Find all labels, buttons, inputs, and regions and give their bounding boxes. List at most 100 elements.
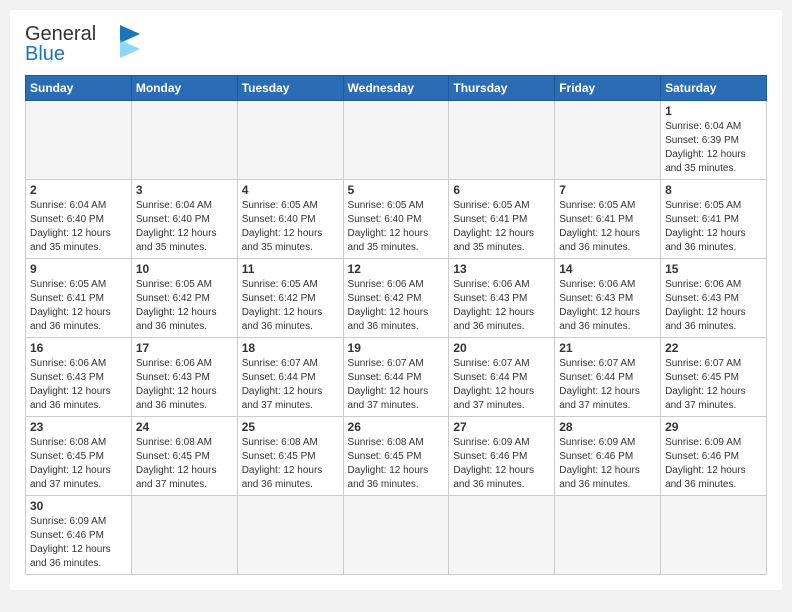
weekday-header-tuesday: Tuesday [237, 76, 343, 101]
day-info: Sunrise: 6:06 AMSunset: 6:43 PMDaylight:… [30, 357, 127, 413]
calendar-cell [131, 101, 237, 180]
day-number: 27 [453, 420, 550, 434]
day-number: 28 [559, 420, 656, 434]
day-number: 12 [348, 262, 445, 276]
calendar-cell [449, 101, 555, 180]
day-info: Sunrise: 6:07 AMSunset: 6:45 PMDaylight:… [665, 357, 762, 413]
calendar-cell [555, 101, 661, 180]
calendar-cell: 13Sunrise: 6:06 AMSunset: 6:43 PMDayligh… [449, 259, 555, 338]
svg-text:General: General [25, 23, 96, 45]
week-row-4: 16Sunrise: 6:06 AMSunset: 6:43 PMDayligh… [26, 338, 767, 417]
week-row-3: 9Sunrise: 6:05 AMSunset: 6:41 PMDaylight… [26, 259, 767, 338]
calendar-cell: 5 Sunrise: 6:05 AMSunset: 6:40 PMDaylight… [343, 180, 449, 259]
day-info: Sunrise: 6:04 AMSunset: 6:39 PMDaylight:… [665, 120, 762, 176]
calendar-cell [343, 496, 449, 575]
calendar-cell: 22 Sunrise: 6:07 AMSunset: 6:45 PMDayligh… [661, 338, 767, 417]
calendar-page: General Blue SundayMondayTuesdayWednesda… [10, 10, 782, 590]
day-number: 7 [559, 183, 656, 197]
day-number: 5 [348, 183, 445, 197]
weekday-header-friday: Friday [555, 76, 661, 101]
day-number: 25 [242, 420, 339, 434]
calendar-cell: 11Sunrise: 6:05 AMSunset: 6:42 PMDayligh… [237, 259, 343, 338]
day-number: 9 [30, 262, 127, 276]
calendar-cell: 9Sunrise: 6:05 AMSunset: 6:41 PMDaylight… [26, 259, 132, 338]
day-number: 26 [348, 420, 445, 434]
weekday-header-monday: Monday [131, 76, 237, 101]
day-info: Sunrise: 6:09 AMSunset: 6:46 PMDaylight:… [453, 436, 550, 492]
calendar-cell: 26Sunrise: 6:08 AMSunset: 6:45 PMDayligh… [343, 417, 449, 496]
day-info: Sunrise: 6:07 AMSunset: 6:44 PMDaylight:… [559, 357, 656, 413]
day-info: Sunrise: 6:07 AMSunset: 6:44 PMDaylight:… [348, 357, 445, 413]
calendar-cell: 6Sunrise: 6:05 AMSunset: 6:41 PMDaylight… [449, 180, 555, 259]
calendar-cell: 27 Sunrise: 6:09 AMSunset: 6:46 PMDayligh… [449, 417, 555, 496]
day-info: Sunrise: 6:05 AMSunset: 6:41 PMDaylight:… [665, 199, 762, 255]
day-info: Sunrise: 6:04 AMSunset: 6:40 PMDaylight:… [30, 199, 127, 255]
day-info: Sunrise: 6:06 AMSunset: 6:43 PMDaylight:… [665, 278, 762, 334]
week-row-5: 23 Sunrise: 6:08 AMSunset: 6:45 PMDayligh… [26, 417, 767, 496]
day-number: 17 [136, 341, 233, 355]
weekday-header-row: SundayMondayTuesdayWednesdayThursdayFrid… [26, 76, 767, 101]
day-number: 22 [665, 341, 762, 355]
day-number: 23 [30, 420, 127, 434]
calendar-cell: 29 Sunrise: 6:09 AMSunset: 6:46 PMDayligh… [661, 417, 767, 496]
day-number: 29 [665, 420, 762, 434]
day-info: Sunrise: 6:07 AMSunset: 6:44 PMDaylight:… [453, 357, 550, 413]
logo: General Blue [25, 20, 145, 69]
calendar-cell: 3Sunrise: 6:04 AMSunset: 6:40 PMDaylight… [131, 180, 237, 259]
day-info: Sunrise: 6:08 AMSunset: 6:45 PMDaylight:… [242, 436, 339, 492]
day-info: Sunrise: 6:06 AMSunset: 6:43 PMDaylight:… [559, 278, 656, 334]
calendar-cell: 4 Sunrise: 6:05 AMSunset: 6:40 PMDaylight… [237, 180, 343, 259]
calendar-cell: 19Sunrise: 6:07 AMSunset: 6:44 PMDayligh… [343, 338, 449, 417]
day-info: Sunrise: 6:09 AMSunset: 6:46 PMDaylight:… [559, 436, 656, 492]
calendar-cell [131, 496, 237, 575]
day-info: Sunrise: 6:05 AMSunset: 6:41 PMDaylight:… [559, 199, 656, 255]
calendar-cell [343, 101, 449, 180]
calendar-cell: 16Sunrise: 6:06 AMSunset: 6:43 PMDayligh… [26, 338, 132, 417]
calendar-cell [237, 496, 343, 575]
calendar-cell: 12 Sunrise: 6:06 AMSunset: 6:42 PMDayligh… [343, 259, 449, 338]
day-number: 24 [136, 420, 233, 434]
day-info: Sunrise: 6:05 AMSunset: 6:40 PMDaylight:… [242, 199, 339, 255]
day-number: 2 [30, 183, 127, 197]
day-number: 4 [242, 183, 339, 197]
calendar-cell: 18 Sunrise: 6:07 AMSunset: 6:44 PMDayligh… [237, 338, 343, 417]
day-info: Sunrise: 6:09 AMSunset: 6:46 PMDaylight:… [30, 515, 127, 571]
calendar-cell: 8 Sunrise: 6:05 AMSunset: 6:41 PMDaylight… [661, 180, 767, 259]
weekday-header-thursday: Thursday [449, 76, 555, 101]
day-info: Sunrise: 6:06 AMSunset: 6:43 PMDaylight:… [453, 278, 550, 334]
weekday-header-wednesday: Wednesday [343, 76, 449, 101]
calendar-cell: 23 Sunrise: 6:08 AMSunset: 6:45 PMDayligh… [26, 417, 132, 496]
week-row-2: 2 Sunrise: 6:04 AMSunset: 6:40 PMDaylight… [26, 180, 767, 259]
calendar-cell: 25 Sunrise: 6:08 AMSunset: 6:45 PMDayligh… [237, 417, 343, 496]
week-row-6: 30Sunrise: 6:09 AMSunset: 6:46 PMDayligh… [26, 496, 767, 575]
day-info: Sunrise: 6:05 AMSunset: 6:42 PMDaylight:… [242, 278, 339, 334]
svg-text:Blue: Blue [25, 43, 65, 64]
day-number: 20 [453, 341, 550, 355]
calendar-cell [26, 101, 132, 180]
calendar-table: SundayMondayTuesdayWednesdayThursdayFrid… [25, 75, 767, 575]
calendar-cell: 15 Sunrise: 6:06 AMSunset: 6:43 PMDayligh… [661, 259, 767, 338]
calendar-cell: 24 Sunrise: 6:08 AMSunset: 6:45 PMDayligh… [131, 417, 237, 496]
day-number: 8 [665, 183, 762, 197]
calendar-cell [237, 101, 343, 180]
day-number: 15 [665, 262, 762, 276]
calendar-cell: 30Sunrise: 6:09 AMSunset: 6:46 PMDayligh… [26, 496, 132, 575]
day-info: Sunrise: 6:06 AMSunset: 6:42 PMDaylight:… [348, 278, 445, 334]
calendar-cell: 7 Sunrise: 6:05 AMSunset: 6:41 PMDaylight… [555, 180, 661, 259]
day-info: Sunrise: 6:07 AMSunset: 6:44 PMDaylight:… [242, 357, 339, 413]
calendar-cell: 14Sunrise: 6:06 AMSunset: 6:43 PMDayligh… [555, 259, 661, 338]
day-number: 6 [453, 183, 550, 197]
calendar-cell [449, 496, 555, 575]
day-info: Sunrise: 6:08 AMSunset: 6:45 PMDaylight:… [30, 436, 127, 492]
day-number: 18 [242, 341, 339, 355]
day-number: 3 [136, 183, 233, 197]
day-info: Sunrise: 6:08 AMSunset: 6:45 PMDaylight:… [136, 436, 233, 492]
calendar-cell: 20 Sunrise: 6:07 AMSunset: 6:44 PMDayligh… [449, 338, 555, 417]
calendar-cell: 1Sunrise: 6:04 AMSunset: 6:39 PMDaylight… [661, 101, 767, 180]
day-info: Sunrise: 6:09 AMSunset: 6:46 PMDaylight:… [665, 436, 762, 492]
calendar-cell [555, 496, 661, 575]
calendar-cell: 21Sunrise: 6:07 AMSunset: 6:44 PMDayligh… [555, 338, 661, 417]
page-header: General Blue [25, 20, 767, 69]
day-info: Sunrise: 6:05 AMSunset: 6:40 PMDaylight:… [348, 199, 445, 255]
calendar-cell: 28 Sunrise: 6:09 AMSunset: 6:46 PMDayligh… [555, 417, 661, 496]
